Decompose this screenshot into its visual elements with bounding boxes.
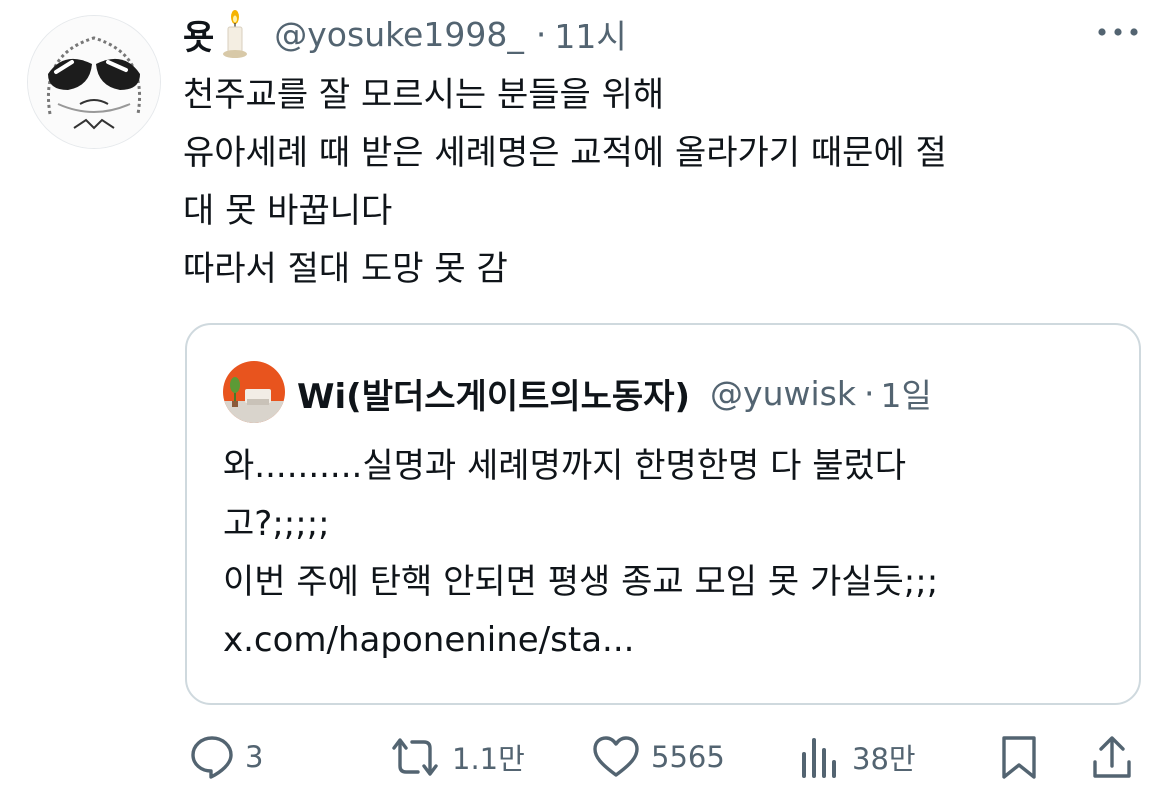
author-avatar[interactable]	[27, 15, 161, 149]
share-button[interactable]	[1089, 725, 1135, 789]
reply-icon	[191, 736, 233, 779]
heart-icon	[593, 736, 639, 777]
more-icon[interactable]	[1094, 20, 1142, 44]
quoted-author-avatar[interactable]	[223, 361, 285, 423]
quoted-author-handle[interactable]: @yuwisk	[710, 374, 856, 413]
candle-icon	[218, 9, 252, 59]
views-button[interactable]: 38만	[796, 725, 916, 789]
tweet-text-line: 따라서 절대 도망 못 감	[183, 249, 508, 289]
tweet-text-line: 유아세례 때 받은 세례명은 교적에 올라가기 때문에 절	[183, 133, 947, 173]
reply-button[interactable]: 3	[189, 725, 263, 789]
separator-dot: ·	[863, 373, 875, 413]
quoted-tweet-text: 와..........실명과 세례명까지 한명한명 다 불렀다 고?;;;;; …	[223, 437, 1123, 669]
bookmark-icon	[1002, 736, 1036, 779]
quoted-text-line: 와..........실명과 세례명까지 한명한명 다 불렀다	[223, 446, 907, 486]
quoted-tweet-time[interactable]: 1일	[880, 369, 931, 417]
tweet-header: 욧 @yosuke1998_ · 11시	[183, 6, 627, 62]
tweet-time[interactable]: 11시	[554, 10, 626, 58]
like-count: 5565	[651, 740, 725, 774]
quoted-tweet-header: Wi(발더스게이트의노동자) @yuwisk · 1일	[297, 365, 932, 421]
bookmark-button[interactable]	[996, 725, 1042, 789]
like-button[interactable]: 5565	[591, 725, 725, 789]
repost-count: 1.1만	[452, 742, 525, 776]
action-bar: 3 1.1만 5565 38만	[0, 725, 1170, 789]
quoted-author-name[interactable]: Wi(발더스게이트의노동자)	[297, 369, 690, 418]
author-handle[interactable]: @yosuke1998_	[274, 15, 524, 54]
reply-count: 3	[245, 740, 264, 774]
quoted-text-link[interactable]: x.com/haponenine/sta...	[223, 611, 1123, 669]
author-name[interactable]: 욧	[183, 10, 214, 59]
quoted-text-line: 이번 주에 탄핵 안되면 평생 종교 모임 못 가실듯;;;	[223, 562, 939, 602]
share-icon	[1093, 736, 1131, 778]
quoted-text-line: 고?;;;;;	[223, 504, 330, 544]
tweet-text: 천주교를 잘 모르시는 분들을 위해 유아세례 때 받은 세례명은 교적에 올라…	[183, 66, 1143, 298]
views-icon	[802, 738, 836, 778]
repost-button[interactable]: 1.1만	[388, 725, 525, 789]
views-count: 38만	[852, 742, 916, 776]
repost-icon	[392, 738, 438, 776]
tweet-text-line: 천주교를 잘 모르시는 분들을 위해	[183, 75, 665, 115]
quoted-tweet-card[interactable]: Wi(발더스게이트의노동자) @yuwisk · 1일 와..........실…	[185, 323, 1141, 705]
separator-dot: ·	[535, 14, 547, 54]
tweet-text-line: 대 못 바꿉니다	[183, 191, 393, 231]
